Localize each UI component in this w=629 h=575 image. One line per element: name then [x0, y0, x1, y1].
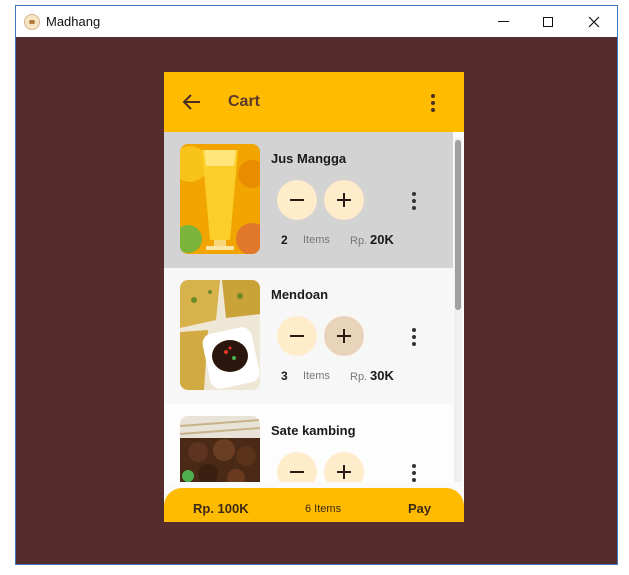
- item-price: 20K: [370, 232, 394, 247]
- item-unit: Items: [303, 370, 330, 382]
- item-price: 30K: [370, 368, 394, 383]
- pay-button[interactable]: Pay: [408, 501, 431, 516]
- more-vertical-icon[interactable]: [431, 94, 435, 112]
- decrease-button[interactable]: [277, 452, 317, 482]
- close-icon: [588, 16, 600, 27]
- plus-icon: [337, 193, 351, 207]
- maximize-icon: [543, 16, 553, 27]
- minus-icon: [290, 199, 304, 201]
- item-name: Jus Mangga: [271, 151, 347, 166]
- plus-icon: [337, 465, 351, 479]
- item-name: Mendoan: [271, 287, 329, 302]
- scrollbar[interactable]: [454, 138, 462, 482]
- app-bar: Cart: [164, 72, 464, 132]
- item-quantity: 3: [281, 369, 288, 383]
- cart-list[interactable]: Jus Mangga 2 Items Rp. 20K Mendoan 3 Ite…: [164, 132, 453, 482]
- decrease-button[interactable]: [277, 180, 317, 220]
- increase-button[interactable]: [324, 316, 364, 356]
- minimize-button[interactable]: [480, 6, 526, 37]
- cart-item[interactable]: Sate kambing: [164, 404, 453, 482]
- mendoan-image: [180, 280, 260, 390]
- cart-total: Rp. 100K: [193, 501, 249, 516]
- jus-mangga-image: [180, 144, 260, 254]
- increase-button[interactable]: [324, 452, 364, 482]
- maximize-button[interactable]: [525, 6, 571, 37]
- currency-label: Rp.: [350, 235, 368, 247]
- arrow-left-icon[interactable]: [182, 92, 202, 112]
- currency-label: Rp.: [350, 371, 368, 383]
- plus-icon: [337, 329, 351, 343]
- window-titlebar: Madhang: [16, 6, 617, 37]
- item-quantity: 2: [281, 233, 288, 247]
- window-title: Madhang: [46, 14, 101, 29]
- more-vertical-icon[interactable]: [412, 464, 416, 482]
- scrollbar-thumb[interactable]: [455, 140, 461, 310]
- decrease-button[interactable]: [277, 316, 317, 356]
- minus-icon: [290, 335, 304, 337]
- sate-kambing-image: [180, 416, 260, 482]
- checkout-bar: Rp. 100K 6 Items Pay: [164, 488, 464, 522]
- item-unit: Items: [303, 234, 330, 246]
- more-vertical-icon[interactable]: [412, 192, 416, 210]
- item-name: Sate kambing: [271, 423, 356, 438]
- cart-item[interactable]: Jus Mangga 2 Items Rp. 20K: [164, 132, 453, 268]
- minus-icon: [290, 471, 304, 473]
- increase-button[interactable]: [324, 180, 364, 220]
- minimize-icon: [497, 21, 509, 22]
- app-window: Madhang Cart Jus Mangga 2 Items Rp. 20K …: [15, 5, 618, 565]
- close-button[interactable]: [571, 6, 617, 37]
- cart-item-count: 6 Items: [305, 503, 342, 515]
- cart-item[interactable]: Mendoan 3 Items Rp. 30K: [164, 268, 453, 404]
- app-logo-icon: [24, 14, 40, 30]
- phone-screen: Cart Jus Mangga 2 Items Rp. 20K Mendoan …: [164, 72, 464, 522]
- more-vertical-icon[interactable]: [412, 328, 416, 346]
- page-title: Cart: [228, 93, 261, 110]
